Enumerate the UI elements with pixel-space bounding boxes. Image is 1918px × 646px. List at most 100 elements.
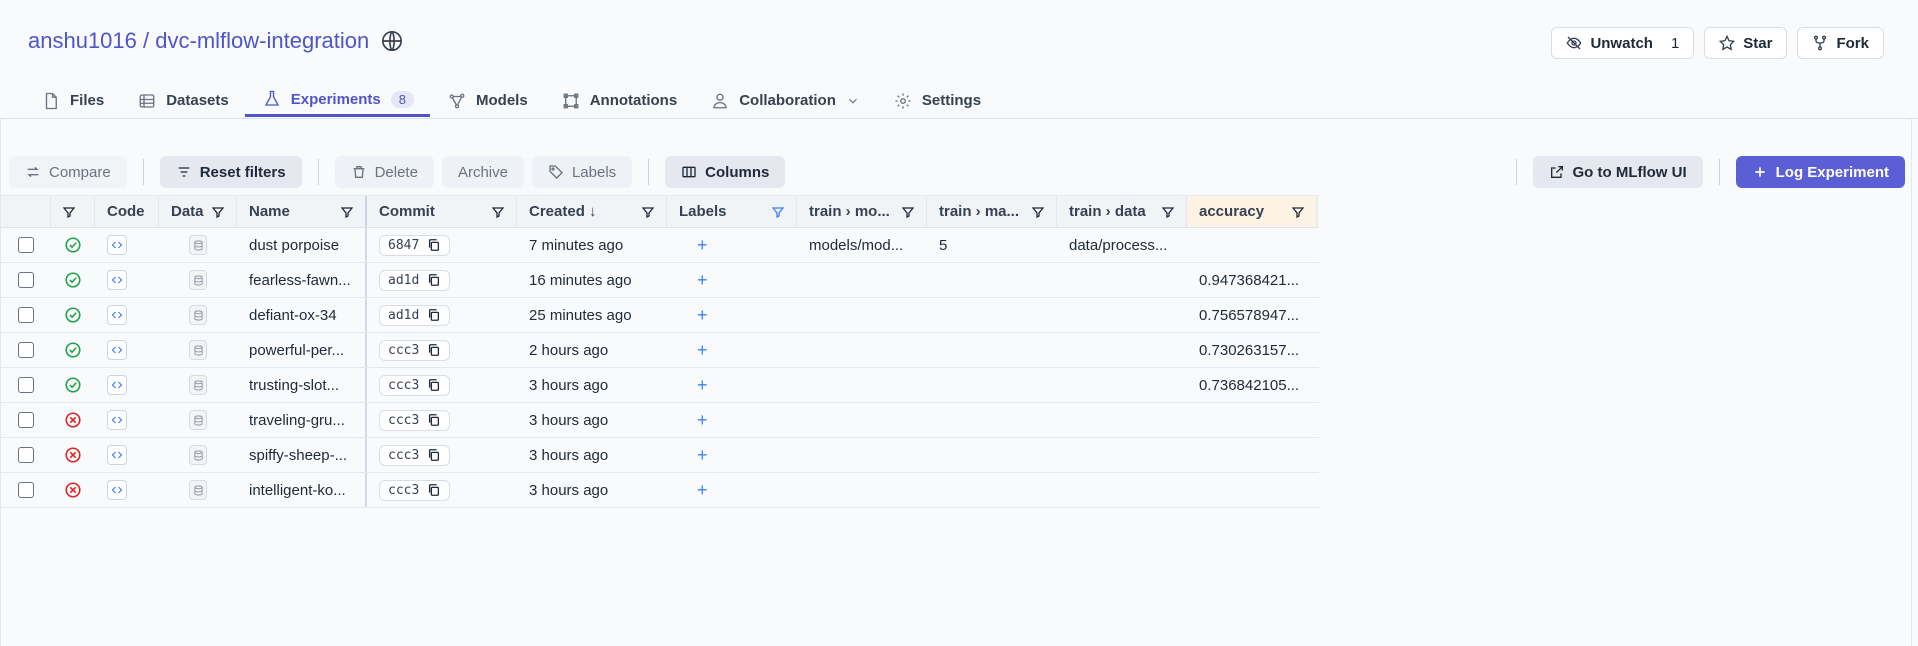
add-label-icon[interactable]: + [697, 410, 708, 431]
experiment-name[interactable]: powerful-per... [237, 333, 367, 367]
labels-button[interactable]: Labels [531, 156, 633, 188]
copy-icon[interactable] [427, 413, 441, 427]
filter-icon[interactable] [341, 206, 353, 218]
commit-chip[interactable]: ccc3 [379, 374, 451, 396]
compare-button[interactable]: Compare [9, 156, 127, 188]
header-train-max[interactable]: train › ma... [927, 196, 1057, 227]
header-labels[interactable]: Labels [667, 196, 797, 227]
code-icon[interactable] [107, 445, 127, 465]
add-label-icon[interactable]: + [697, 270, 708, 291]
data-icon[interactable] [189, 305, 207, 325]
commit-chip[interactable]: ccc3 [379, 444, 451, 466]
code-icon[interactable] [107, 480, 127, 500]
repo-breadcrumb[interactable]: anshu1016 / dvc-mlflow-integration [28, 28, 369, 54]
copy-icon[interactable] [427, 273, 441, 287]
filter-icon[interactable] [642, 206, 654, 218]
data-icon[interactable] [189, 480, 207, 500]
filter-icon[interactable] [902, 206, 914, 218]
experiment-name[interactable]: defiant-ox-34 [237, 298, 367, 332]
code-icon[interactable] [107, 340, 127, 360]
add-label-icon[interactable]: + [697, 375, 708, 396]
star-button[interactable]: Star [1704, 27, 1788, 59]
add-label-icon[interactable]: + [697, 340, 708, 361]
commit-chip[interactable]: ad1d [379, 269, 451, 291]
header-status[interactable] [51, 196, 95, 227]
code-icon[interactable] [107, 410, 127, 430]
header-name[interactable]: Name [237, 196, 367, 227]
experiment-name[interactable]: dust porpoise [237, 228, 367, 262]
row-checkbox[interactable] [17, 272, 34, 288]
header-created[interactable]: Created ↓ [517, 196, 667, 227]
tab-annotations[interactable]: Annotations [558, 84, 694, 117]
filter-icon[interactable] [492, 206, 504, 218]
mlflow-ui-button[interactable]: Go to MLflow UI [1532, 156, 1703, 188]
add-label-icon[interactable]: + [697, 305, 708, 326]
row-checkbox[interactable] [17, 237, 34, 253]
data-icon[interactable] [189, 270, 207, 290]
repo-name[interactable]: dvc-mlflow-integration [155, 28, 369, 53]
data-icon[interactable] [189, 410, 207, 430]
row-checkbox[interactable] [17, 377, 34, 393]
data-icon[interactable] [189, 235, 207, 255]
header-accuracy[interactable]: accuracy [1187, 196, 1317, 227]
filter-icon[interactable] [772, 206, 784, 218]
table-row[interactable]: dust porpoise 6847 7 minutes ago + model… [1, 228, 1319, 263]
log-experiment-button[interactable]: Log Experiment [1735, 156, 1905, 188]
copy-icon[interactable] [427, 238, 441, 252]
filter-icon[interactable] [1032, 206, 1044, 218]
tab-settings[interactable]: Settings [890, 84, 997, 117]
table-row[interactable]: traveling-gru... ccc3 3 hours ago + [1, 403, 1319, 438]
experiment-name[interactable]: spiffy-sheep-... [237, 438, 367, 472]
copy-icon[interactable] [427, 308, 441, 322]
reset-filters-button[interactable]: Reset filters [159, 156, 302, 188]
tab-collaboration[interactable]: Collaboration [707, 84, 876, 117]
archive-button[interactable]: Archive [441, 156, 524, 188]
tab-experiments[interactable]: Experiments 8 [244, 84, 431, 117]
filter-icon[interactable] [1292, 206, 1304, 218]
copy-icon[interactable] [427, 483, 441, 497]
add-label-icon[interactable]: + [697, 235, 708, 256]
filter-icon[interactable] [212, 206, 224, 218]
experiment-name[interactable]: intelligent-ko... [237, 473, 367, 507]
row-checkbox[interactable] [17, 482, 34, 498]
row-checkbox[interactable] [17, 412, 34, 428]
data-icon[interactable] [189, 375, 207, 395]
add-label-icon[interactable]: + [697, 480, 708, 501]
commit-chip[interactable]: ccc3 [379, 339, 451, 361]
tab-datasets[interactable]: Datasets [134, 84, 245, 117]
filter-icon[interactable] [1162, 206, 1174, 218]
filter-icon[interactable] [63, 206, 75, 218]
repo-owner[interactable]: anshu1016 [28, 28, 137, 53]
code-icon[interactable] [107, 270, 127, 290]
table-row[interactable]: fearless-fawn... ad1d 16 minutes ago + 0… [1, 263, 1319, 298]
copy-icon[interactable] [427, 378, 441, 392]
code-icon[interactable] [107, 375, 127, 395]
delete-button[interactable]: Delete [334, 156, 434, 188]
code-icon[interactable] [107, 235, 127, 255]
table-row[interactable]: intelligent-ko... ccc3 3 hours ago + [1, 473, 1319, 508]
add-label-icon[interactable]: + [697, 445, 708, 466]
fork-button[interactable]: Fork [1797, 27, 1884, 59]
commit-chip[interactable]: ccc3 [379, 479, 451, 501]
data-icon[interactable] [189, 445, 207, 465]
commit-chip[interactable]: 6847 [379, 234, 451, 256]
experiment-name[interactable]: fearless-fawn... [237, 263, 367, 297]
tab-files[interactable]: Files [38, 84, 120, 117]
unwatch-button[interactable]: Unwatch 1 [1551, 27, 1695, 59]
table-row[interactable]: spiffy-sheep-... ccc3 3 hours ago + [1, 438, 1319, 473]
code-icon[interactable] [107, 305, 127, 325]
commit-chip[interactable]: ccc3 [379, 409, 451, 431]
header-data[interactable]: Data [159, 196, 237, 227]
header-commit[interactable]: Commit [367, 196, 517, 227]
data-icon[interactable] [189, 340, 207, 360]
commit-chip[interactable]: ad1d [379, 304, 451, 326]
table-row[interactable]: defiant-ox-34 ad1d 25 minutes ago + 0.75… [1, 298, 1319, 333]
table-row[interactable]: trusting-slot... ccc3 3 hours ago + 0.73… [1, 368, 1319, 403]
header-train-data[interactable]: train › data [1057, 196, 1187, 227]
header-code[interactable]: Code [95, 196, 159, 227]
row-checkbox[interactable] [17, 447, 34, 463]
copy-icon[interactable] [427, 343, 441, 357]
copy-icon[interactable] [427, 448, 441, 462]
experiment-name[interactable]: trusting-slot... [237, 368, 367, 402]
table-row[interactable]: powerful-per... ccc3 2 hours ago + 0.730… [1, 333, 1319, 368]
